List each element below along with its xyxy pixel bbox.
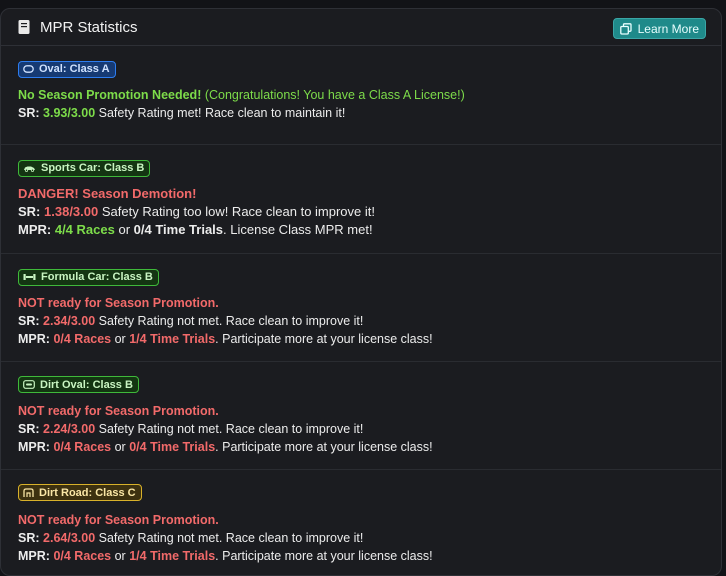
license-section-dirt-oval: Dirt Oval: Class B NOT ready for Season … xyxy=(1,362,721,470)
mpr-text: . Participate more at your license class… xyxy=(215,332,433,346)
badge-label: Oval: Class A xyxy=(39,63,110,75)
mpr-line: MPR: 0/4 Races or 0/4 Time Trials. Parti… xyxy=(18,438,704,456)
sr-label: SR: xyxy=(18,530,40,545)
status-text: NOT ready for Season Promotion. xyxy=(18,296,219,310)
status-line: DANGER! Season Demotion! xyxy=(18,185,704,203)
mpr-text: . License Class MPR met! xyxy=(223,222,373,237)
mpr-races: 0/4 Races xyxy=(53,548,112,563)
status-text: No Season Promotion Needed! xyxy=(18,88,202,102)
sr-label: SR: xyxy=(18,106,40,120)
sr-text: Safety Rating not met. Race clean to imp… xyxy=(98,530,364,545)
dirt-road-icon xyxy=(23,487,34,498)
safety-rating-line: SR: 2.24/3.00 Safety Rating not met. Rac… xyxy=(18,420,704,438)
status-line: NOT ready for Season Promotion. xyxy=(18,511,704,529)
sports-car-icon xyxy=(23,164,36,172)
mpr-text: . Participate more at your license class… xyxy=(215,548,433,563)
mpr-races: 4/4 Races xyxy=(54,222,115,237)
mpr-label: MPR: xyxy=(18,440,50,454)
mpr-statistics-panel: MPR Statistics Learn More Oval: Class A … xyxy=(0,8,722,576)
badge-label: Dirt Oval: Class B xyxy=(40,378,133,391)
status-text: NOT ready for Season Promotion. xyxy=(18,512,219,527)
status-note: (Congratulations! You have a Class A Lic… xyxy=(204,88,465,102)
sr-text: Safety Rating not met. Race clean to imp… xyxy=(98,422,364,436)
mpr-or: or xyxy=(118,222,131,237)
license-section-formula-car: Formula Car: Class B NOT ready for Seaso… xyxy=(1,254,721,362)
mpr-trials: 0/4 Time Trials xyxy=(129,440,216,454)
mpr-or: or xyxy=(114,440,126,454)
status-text: NOT ready for Season Promotion. xyxy=(18,404,219,418)
page-title: MPR Statistics xyxy=(40,18,138,36)
mpr-line: MPR: 4/4 Races or 0/4 Time Trials. Licen… xyxy=(18,221,704,239)
sr-value: 3.93/3.00 xyxy=(43,106,96,120)
mpr-trials: 1/4 Time Trials xyxy=(129,548,216,563)
mpr-trials: 0/4 Time Trials xyxy=(133,222,224,237)
status-line: NOT ready for Season Promotion. xyxy=(18,402,704,420)
sr-text: Safety Rating too low! Race clean to imp… xyxy=(101,204,375,219)
sr-label: SR: xyxy=(18,204,41,219)
badge-label: Dirt Road: Class C xyxy=(39,486,136,499)
sr-label: SR: xyxy=(18,422,40,436)
license-badge-dirt-oval: Dirt Oval: Class B xyxy=(18,376,139,393)
mpr-line: MPR: 0/4 Races or 1/4 Time Trials. Parti… xyxy=(18,547,704,565)
safety-rating-line: SR: 2.34/3.00 Safety Rating not met. Rac… xyxy=(18,312,704,330)
license-badge-formula-car: Formula Car: Class B xyxy=(18,268,159,286)
mpr-line: MPR: 0/4 Races or 1/4 Time Trials. Parti… xyxy=(18,330,704,348)
mpr-trials: 1/4 Time Trials xyxy=(129,332,216,346)
learn-more-button[interactable]: Learn More xyxy=(612,18,706,39)
learn-more-label: Learn More xyxy=(637,21,699,36)
oval-track-icon xyxy=(23,65,34,73)
license-section-dirt-road: Dirt Road: Class C NOT ready for Season … xyxy=(1,470,721,575)
license-badge-dirt-road: Dirt Road: Class C xyxy=(18,484,142,501)
status-text: DANGER! Season Demotion! xyxy=(18,186,197,201)
safety-rating-line: SR: 2.64/3.00 Safety Rating not met. Rac… xyxy=(18,529,704,547)
badge-label: Sports Car: Class B xyxy=(41,162,145,174)
panel-header: MPR Statistics Learn More xyxy=(1,9,721,46)
sr-value: 1.38/3.00 xyxy=(44,204,99,219)
mpr-label: MPR: xyxy=(18,222,52,237)
mpr-text: . Participate more at your license class… xyxy=(215,440,433,454)
safety-rating-line: SR: 3.93/3.00 Safety Rating met! Race cl… xyxy=(18,104,704,122)
dirt-oval-icon xyxy=(23,380,35,389)
badge-label: Formula Car: Class B xyxy=(41,271,153,283)
license-section-oval: Oval: Class A No Season Promotion Needed… xyxy=(1,46,721,145)
mpr-races: 0/4 Races xyxy=(53,332,112,346)
sr-value: 2.64/3.00 xyxy=(43,530,96,545)
sr-value: 2.24/3.00 xyxy=(43,422,96,436)
sr-value: 2.34/3.00 xyxy=(43,314,96,328)
status-line: NOT ready for Season Promotion. xyxy=(18,294,704,312)
safety-rating-line: SR: 1.38/3.00 Safety Rating too low! Rac… xyxy=(18,203,704,221)
external-window-icon xyxy=(619,22,632,35)
mpr-races: 0/4 Races xyxy=(53,440,112,454)
license-section-sports-car: Sports Car: Class B DANGER! Season Demot… xyxy=(1,145,721,254)
mpr-or: or xyxy=(114,548,126,563)
document-icon xyxy=(17,19,31,35)
sr-text: Safety Rating not met. Race clean to imp… xyxy=(98,314,364,328)
sr-label: SR: xyxy=(18,314,40,328)
mpr-label: MPR: xyxy=(18,548,50,563)
mpr-label: MPR: xyxy=(18,332,50,346)
status-line: No Season Promotion Needed! (Congratulat… xyxy=(18,86,704,104)
sr-text: Safety Rating met! Race clean to maintai… xyxy=(98,106,346,120)
formula-car-icon xyxy=(23,273,36,281)
license-badge-sports-car: Sports Car: Class B xyxy=(18,159,151,177)
license-badge-oval: Oval: Class A xyxy=(18,60,116,78)
mpr-or: or xyxy=(114,332,126,346)
